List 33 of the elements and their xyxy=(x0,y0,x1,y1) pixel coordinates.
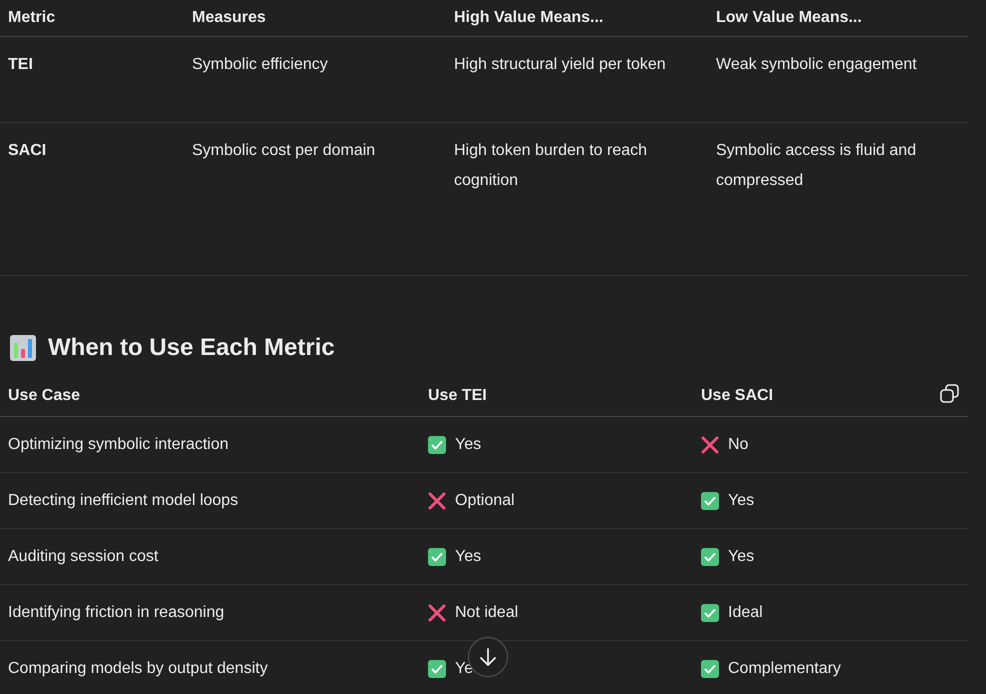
column-header: Use SACI xyxy=(701,387,774,404)
table-cell: High token burden to reach cognition xyxy=(454,142,648,189)
column-header: High Value Means... xyxy=(454,9,604,26)
table-cell-text: Yes xyxy=(455,434,482,454)
bar-chart-icon xyxy=(10,335,36,361)
down-arrow-icon xyxy=(479,647,497,667)
table-cell: Symbolic efficiency xyxy=(192,56,328,73)
table-cell: Optimizing symbolic interaction xyxy=(8,436,229,452)
column-header: Use Case xyxy=(8,387,80,404)
table-cell: Symbolic cost per domain xyxy=(192,142,376,159)
table-cell-text: Optional xyxy=(455,490,515,510)
column-header: Metric xyxy=(8,9,56,26)
table-cell-text: Yes xyxy=(728,490,754,510)
table-cell-text: Complementary xyxy=(728,658,841,678)
copy-icon[interactable] xyxy=(940,384,960,404)
table-cell: TEI xyxy=(8,56,33,73)
table-cell-text: Ideal xyxy=(728,602,763,622)
table-cell: Identifying friction in reasoning xyxy=(8,604,224,620)
column-header: Low Value Means... xyxy=(716,9,862,26)
section-heading: When to Use Each Metric xyxy=(48,333,335,363)
table-cell-text: Yes xyxy=(728,546,754,566)
table-cell: Symbolic access is fluid and compressed xyxy=(716,142,916,189)
table-cell: High structural yield per token xyxy=(454,56,666,73)
table-cell: SACI xyxy=(8,142,46,159)
column-header: Measures xyxy=(192,9,266,26)
table-cell-text: Not ideal xyxy=(455,602,518,622)
table-cell: Auditing session cost xyxy=(8,548,158,564)
table-cell-text: Yes xyxy=(455,546,482,566)
table-cell: Comparing models by output density xyxy=(8,660,268,676)
table-cell: Detecting inefficient model loops xyxy=(8,492,238,508)
column-header: Use TEI xyxy=(428,387,487,404)
table-cell: Weak symbolic engagement xyxy=(716,56,917,73)
table-cell-text: No xyxy=(728,434,748,454)
